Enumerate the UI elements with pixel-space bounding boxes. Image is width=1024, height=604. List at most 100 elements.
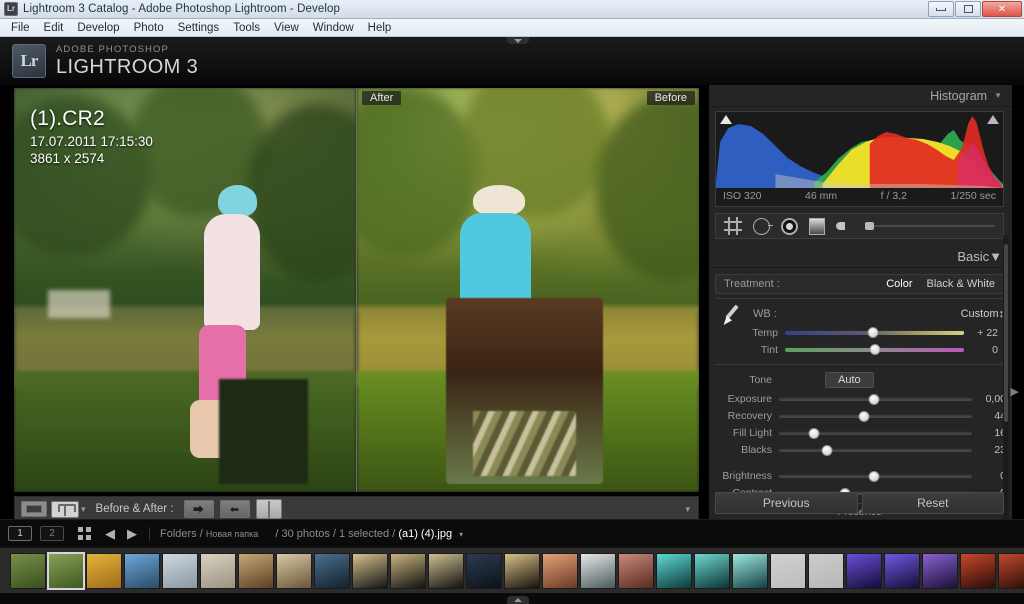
copy-before-settings-button[interactable]: ⮕ (183, 500, 214, 518)
close-button[interactable]: ✕ (982, 1, 1022, 17)
screen-2-button[interactable]: 2 (40, 526, 64, 541)
slider-recovery-value[interactable]: 44 (972, 410, 1006, 422)
slider-blacks-knob[interactable] (821, 444, 833, 456)
minimize-button[interactable] (928, 1, 954, 17)
crop-icon[interactable] (724, 217, 742, 235)
right-panel-scrollbar[interactable] (1003, 235, 1009, 535)
slider-blacks-track[interactable] (779, 444, 972, 456)
menu-item-develop[interactable]: Develop (70, 21, 126, 35)
thumb-17[interactable] (618, 552, 654, 589)
thumb-23[interactable] (846, 552, 882, 589)
chevron-down-icon[interactable]: ▼ (989, 249, 1002, 264)
white-balance-selector-icon[interactable] (719, 302, 745, 328)
slider-brightness-knob[interactable] (868, 470, 880, 482)
screen-1-button[interactable]: 1 (8, 526, 32, 541)
copy-after-settings-button[interactable]: ⬅ (219, 500, 250, 518)
slider-tint[interactable]: Tint 0 (715, 341, 1004, 358)
thumb-7[interactable] (238, 552, 274, 589)
slider-temp[interactable]: Temp + 22 (715, 324, 1004, 341)
thumb-25[interactable] (922, 552, 958, 589)
menu-item-file[interactable]: File (4, 21, 37, 35)
thumb-20[interactable] (732, 552, 768, 589)
loupe-view-icon[interactable] (21, 501, 47, 517)
chevron-down-icon[interactable]: ▼ (994, 91, 1002, 100)
breadcrumb-source[interactable]: Folders / (160, 528, 203, 540)
tool-amount-slider[interactable] (865, 222, 995, 230)
menu-item-help[interactable]: Help (361, 21, 399, 35)
thumb-2[interactable] (47, 551, 85, 590)
maximize-button[interactable] (955, 1, 981, 17)
view-mode-chevron-down-icon[interactable]: ▾ (81, 504, 86, 515)
slider-brightness-track[interactable] (779, 470, 972, 482)
thumb-15[interactable] (542, 552, 578, 589)
compare-view-icon[interactable] (51, 500, 79, 518)
right-panel-toggle-icon[interactable]: ▶ (1011, 385, 1019, 398)
slider-blacks-value[interactable]: 23 (972, 444, 1006, 456)
slider-temp-track[interactable] (785, 327, 964, 338)
thumb-24[interactable] (884, 552, 920, 589)
slider-fill-light-track[interactable] (779, 427, 972, 439)
basic-panel-header[interactable]: Basic ▼ (709, 246, 1012, 268)
slider-brightness-value[interactable]: 0 (972, 470, 1006, 482)
spot-removal-icon[interactable] (753, 217, 773, 235)
thumb-14[interactable] (504, 552, 540, 589)
slider-fill-light-knob[interactable] (808, 427, 820, 439)
toolbar-chevron-down-icon[interactable]: ▾ (685, 504, 690, 515)
slider-recovery-track[interactable] (779, 410, 972, 422)
thumb-9[interactable] (314, 552, 350, 589)
menu-item-window[interactable]: Window (306, 21, 361, 35)
grid-view-icon[interactable] (78, 527, 91, 540)
menu-item-edit[interactable]: Edit (37, 21, 71, 35)
thumb-19[interactable] (694, 552, 730, 589)
slider-temp-knob[interactable] (867, 327, 879, 338)
menu-item-tools[interactable]: Tools (226, 21, 267, 35)
before-image[interactable]: (1).CR2 17.07.2011 17:15:30 3861 x 2574 (14, 88, 356, 492)
histogram[interactable]: ISO 320 46 mm f / 3,2 1/250 sec (715, 111, 1004, 207)
wb-preset-value[interactable]: Custom (961, 308, 999, 320)
breadcrumb-filename[interactable]: (а1) (4).jpg (398, 528, 452, 540)
top-panel-toggle[interactable] (507, 37, 529, 44)
brush-icon[interactable] (836, 219, 852, 233)
thumb-13[interactable] (466, 552, 502, 589)
treatment-option-black-and-white[interactable]: Black & White (927, 278, 995, 290)
breadcrumb[interactable]: Folders / Новая папка / 30 photos / 1 se… (160, 528, 463, 540)
reset-button[interactable]: Reset (861, 492, 1004, 514)
thumb-22[interactable] (808, 552, 844, 589)
thumb-3[interactable] (86, 552, 122, 589)
slider-recovery[interactable]: Recovery 44 (709, 407, 1012, 424)
thumb-8[interactable] (276, 552, 312, 589)
thumb-26[interactable] (960, 552, 996, 589)
slider-exposure-track[interactable] (779, 393, 972, 405)
scrollbar-thumb[interactable] (1003, 243, 1009, 423)
thumb-18[interactable] (656, 552, 692, 589)
slider-exposure-value[interactable]: 0,00 (972, 393, 1006, 405)
slider-blacks[interactable]: Blacks 23 (709, 441, 1012, 458)
thumb-10[interactable] (352, 552, 388, 589)
swap-before-after-button[interactable] (255, 499, 282, 519)
menu-item-photo[interactable]: Photo (127, 21, 171, 35)
slider-recovery-knob[interactable] (858, 410, 870, 422)
histogram-header[interactable]: Histogram ▼ (709, 85, 1012, 107)
slider-temp-value[interactable]: + 22 (964, 327, 998, 339)
thumb-16[interactable] (580, 552, 616, 589)
thumb-11[interactable] (390, 552, 426, 589)
menu-item-view[interactable]: View (267, 21, 306, 35)
slider-exposure-knob[interactable] (868, 393, 880, 405)
breadcrumb-chevron-down-icon[interactable]: ▾ (459, 530, 463, 539)
auto-tone-button[interactable]: Auto (825, 372, 874, 388)
thumb-12[interactable] (428, 552, 464, 589)
slider-exposure[interactable]: Exposure 0,00 (709, 390, 1012, 407)
menu-item-settings[interactable]: Settings (171, 21, 227, 35)
slider-fill-light-value[interactable]: 16 (972, 427, 1006, 439)
highlight-clipping-indicator-icon[interactable] (987, 115, 999, 124)
thumb-21[interactable] (770, 552, 806, 589)
slider-tint-track[interactable] (785, 344, 964, 355)
thumb-1[interactable] (10, 552, 46, 589)
thumb-6[interactable] (200, 552, 236, 589)
shadow-clipping-indicator-icon[interactable] (720, 115, 732, 124)
preview-area[interactable]: (1).CR2 17.07.2011 17:15:30 3861 x 2574 (14, 88, 699, 492)
filmstrip[interactable] (0, 547, 1024, 593)
after-image[interactable] (357, 88, 699, 492)
thumb-4[interactable] (124, 552, 160, 589)
go-forward-icon[interactable]: ▶ (127, 526, 137, 542)
